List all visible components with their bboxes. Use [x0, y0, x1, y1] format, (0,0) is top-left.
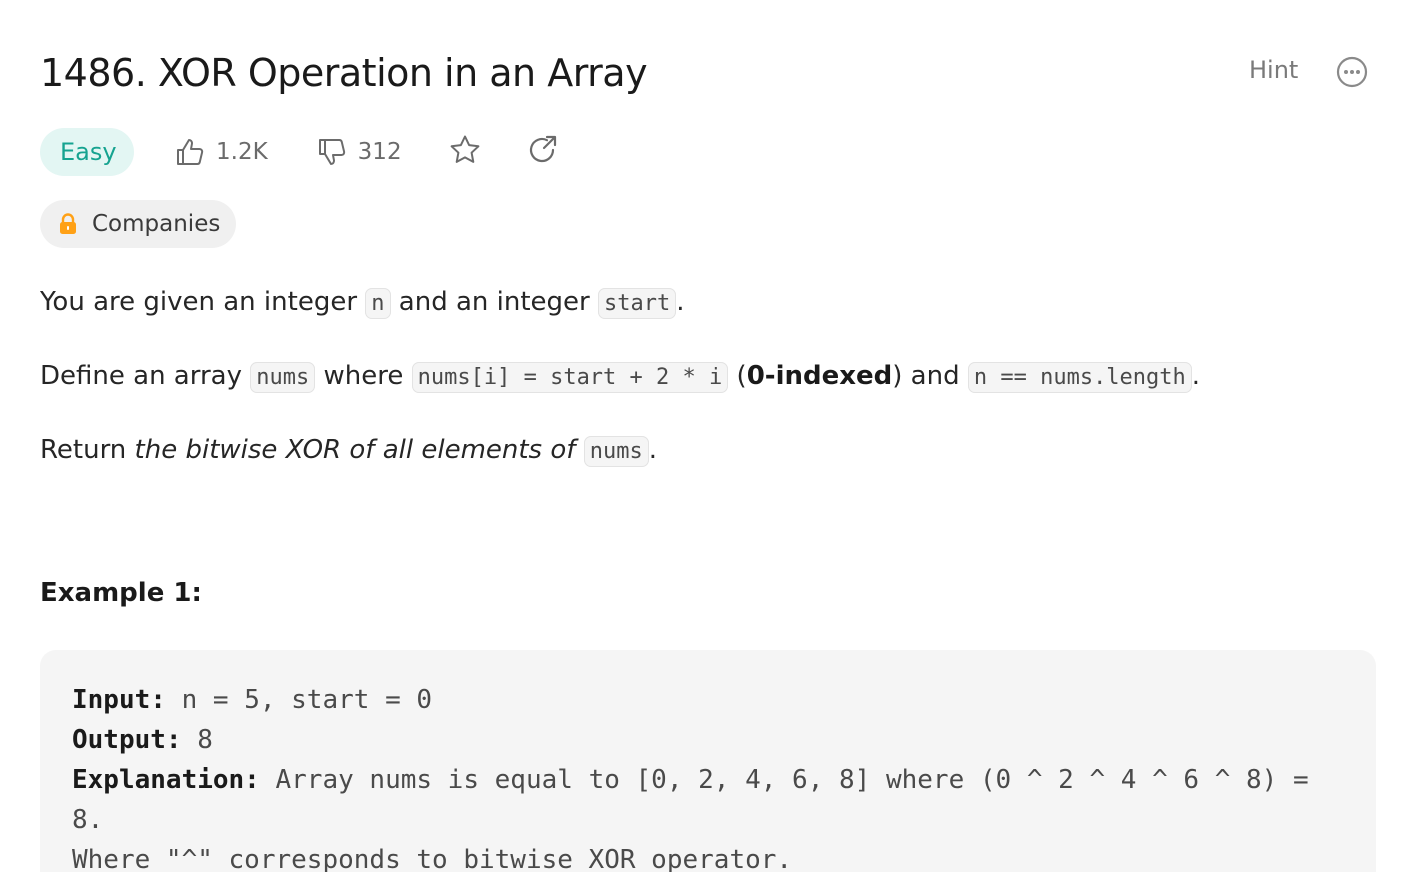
- text: Return: [40, 435, 135, 465]
- explanation-value: Array nums is equal to [0, 2, 4, 6, 8] w…: [72, 765, 1325, 835]
- example-note-line: Where "^" corresponds to bitwise XOR ope…: [72, 845, 793, 872]
- bold-text: 0-indexed: [746, 361, 893, 391]
- example-1-title: Example 1:: [40, 578, 202, 608]
- companies-label: Companies: [92, 211, 221, 237]
- difficulty-badge: Easy: [40, 128, 134, 176]
- like-button[interactable]: 1.2K: [174, 136, 268, 168]
- text: (: [728, 361, 747, 391]
- inline-code: n == nums.length: [967, 362, 1192, 393]
- thumbs-up-icon: [177, 139, 204, 165]
- example-output-line: Output: 8: [72, 720, 1344, 760]
- text: where: [315, 361, 412, 391]
- thumbs-down-icon: [318, 139, 345, 165]
- inline-code: start: [598, 288, 677, 319]
- input-value: n = 5, start = 0: [165, 685, 433, 715]
- companies-tag[interactable]: Companies: [40, 200, 237, 248]
- text: [575, 435, 583, 465]
- hint-button[interactable]: Hint: [1249, 56, 1298, 84]
- problem-meta-row: Easy 1.2K 312: [40, 128, 560, 176]
- text: and an integer: [390, 287, 598, 317]
- star-icon: [450, 135, 479, 163]
- output-label: Output:: [72, 725, 182, 755]
- text: ) and: [892, 361, 968, 391]
- more-options-button[interactable]: [1335, 55, 1369, 89]
- share-button[interactable]: [526, 133, 560, 171]
- like-count: 1.2K: [216, 139, 268, 165]
- explanation-label: Explanation:: [72, 765, 260, 795]
- inline-code: n: [365, 288, 391, 319]
- description-paragraph-1: You are given an integer n and an intege…: [40, 282, 685, 324]
- description-paragraph-2: Define an array nums where nums[i] = sta…: [40, 356, 1200, 398]
- text: Define an array: [40, 361, 251, 391]
- example-input-line: Input: n = 5, start = 0: [72, 680, 1344, 720]
- inline-code: nums: [250, 362, 316, 393]
- output-value: 8: [181, 725, 213, 755]
- problem-page: 1486. XOR Operation in an Array Hint Eas…: [0, 0, 1416, 872]
- example-1-block: Input: n = 5, start = 0 Output: 8 Explan…: [40, 650, 1376, 872]
- example-explanation-line: Explanation: Array nums is equal to [0, …: [72, 760, 1344, 840]
- problem-title: 1486. XOR Operation in an Array: [40, 51, 648, 95]
- dislike-button[interactable]: 312: [316, 136, 402, 168]
- share-icon: [529, 135, 556, 163]
- inline-code: nums: [583, 436, 649, 467]
- text: You are given an integer: [40, 287, 366, 317]
- description-paragraph-3: Return the bitwise XOR of all elements o…: [40, 430, 657, 472]
- text: .: [676, 287, 685, 317]
- text: .: [1191, 361, 1201, 391]
- italic-text: the bitwise XOR of all elements of: [134, 435, 576, 465]
- text: .: [648, 435, 657, 465]
- inline-code: nums[i] = start + 2 * i: [411, 362, 729, 393]
- lock-icon: [60, 213, 76, 234]
- input-label: Input:: [72, 685, 166, 715]
- more-icon: [1336, 56, 1368, 88]
- favorite-button[interactable]: [448, 133, 482, 171]
- dislike-count: 312: [357, 139, 402, 165]
